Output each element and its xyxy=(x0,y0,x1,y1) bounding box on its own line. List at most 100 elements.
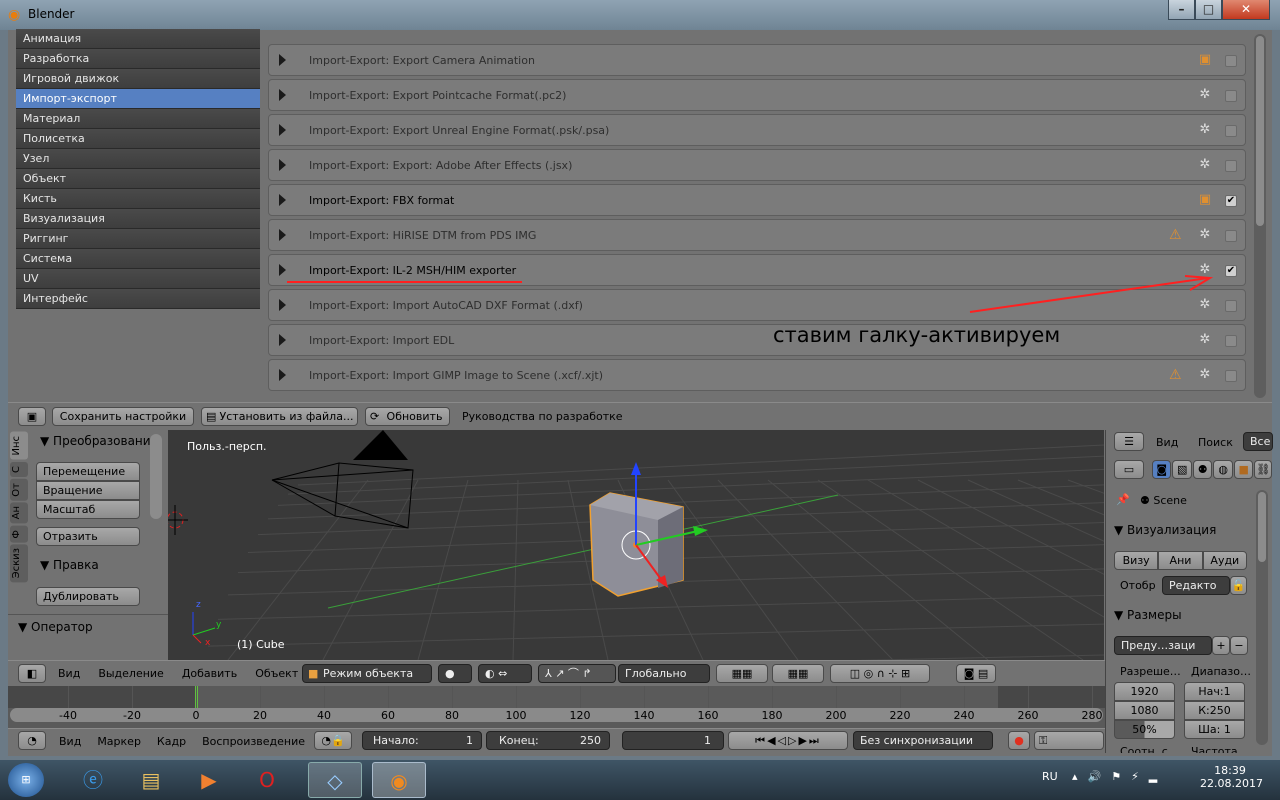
world-tab[interactable]: ◍ xyxy=(1213,460,1233,479)
menu-item[interactable]: Объект xyxy=(255,667,298,680)
tray-icons[interactable]: ▴🔊⚑⚡▂ xyxy=(1072,770,1167,783)
timeline-tick-label: 140 xyxy=(633,709,655,722)
render-image-button[interactable]: Визу xyxy=(1114,551,1159,570)
install-from-file-button[interactable]: ▤ Установить из файла... xyxy=(201,407,358,426)
constraints-tab[interactable]: ⛓ xyxy=(1254,460,1272,479)
scene-tab[interactable]: ⚉ xyxy=(1192,460,1213,479)
editor-type-button[interactable]: ◔ xyxy=(18,731,46,750)
outliner-type-button[interactable]: ☰ xyxy=(1114,432,1144,451)
frame-end-field[interactable]: К:250 xyxy=(1184,701,1245,720)
menu-item[interactable]: Добавить xyxy=(182,667,237,680)
start-frame-field[interactable]: Начало: 1 xyxy=(362,731,482,750)
preset-select[interactable]: Преду…заци xyxy=(1114,636,1212,655)
editor-type-button[interactable]: ▣ xyxy=(18,407,46,426)
opera-icon[interactable]: O xyxy=(240,762,294,798)
viewport-scene[interactable] xyxy=(168,430,1104,660)
grid-line xyxy=(277,468,1104,506)
manipulator-buttons[interactable]: ⅄ ↗ ⌒ ↱ xyxy=(538,664,616,683)
3d-viewport[interactable]: Польз.-персп. z y x (1) Cube xyxy=(168,430,1104,660)
outliner-view-menu[interactable]: Вид xyxy=(1156,436,1178,449)
keying-set[interactable]: ⚿ xyxy=(1034,731,1104,750)
dimensions-panel-title[interactable]: ▼ Размеры xyxy=(1114,608,1182,622)
shelf-tab[interactable]: Ф xyxy=(10,525,28,543)
mode-select[interactable]: ■ Режим объекта xyxy=(302,664,432,683)
layers-tab[interactable]: ▧ xyxy=(1172,460,1192,479)
app-window-icon[interactable]: ◇ xyxy=(308,762,362,798)
blender-taskbar-icon[interactable]: ◉ xyxy=(372,762,426,798)
add-preset-button[interactable]: + xyxy=(1212,636,1230,655)
layers-grid-1[interactable]: ▦▦ xyxy=(716,664,768,683)
menu-item[interactable]: Вид xyxy=(59,735,81,748)
menu-item[interactable]: Воспроизведение xyxy=(202,735,305,748)
resolution-y-field[interactable]: 1080 xyxy=(1114,701,1175,720)
properties-scrollbar[interactable] xyxy=(1256,490,1268,745)
shelf-tab[interactable]: Эскиз xyxy=(10,544,28,583)
properties-type-button[interactable]: ▭ xyxy=(1114,460,1144,479)
internet-explorer-icon[interactable]: ⓔ xyxy=(66,762,120,798)
operator-panel-title[interactable]: ▼ Оператор xyxy=(18,620,93,634)
timeline-tick-line xyxy=(516,686,517,708)
start-button[interactable]: ⊞ xyxy=(8,763,44,797)
remove-preset-button[interactable]: − xyxy=(1230,636,1248,655)
shading-select[interactable]: ● xyxy=(438,664,472,683)
object-label: (1) Cube xyxy=(237,638,285,651)
menu-item[interactable]: Вид xyxy=(58,667,80,680)
clock[interactable]: 18:39 22.08.2017 xyxy=(1200,764,1263,790)
timeline[interactable]: -40 -20 0 20 40 60 80 100 120 140 160 180 200 220 240 2… xyxy=(8,686,1105,728)
render-audio-button[interactable]: Ауди xyxy=(1202,551,1247,570)
gizmo-label-z: z xyxy=(196,600,201,610)
annotation-layer xyxy=(287,275,1214,313)
lock-icon[interactable]: 🔓 xyxy=(1230,576,1247,595)
render-animation-button[interactable]: Ани xyxy=(1158,551,1203,570)
menu-item[interactable]: Выделение xyxy=(98,667,164,680)
save-settings-button[interactable]: Сохранить настройки xyxy=(52,407,194,426)
editor-type-button[interactable]: ◧ xyxy=(18,664,46,683)
resolution-percentage-slider[interactable]: 50% xyxy=(1114,720,1175,739)
media-player-icon[interactable]: ▶ xyxy=(182,762,236,798)
keyframe-lock-buttons[interactable]: ◔🔒 xyxy=(314,731,352,750)
frame-start-field[interactable]: Нач:1 xyxy=(1184,682,1245,701)
transform-panel-title[interactable]: ▼ Преобразовани xyxy=(40,434,151,448)
language-indicator[interactable]: RU xyxy=(1042,770,1058,783)
rotate-button[interactable]: Вращение xyxy=(36,481,140,500)
render-panel-title[interactable]: ▼ Визуализация xyxy=(1114,523,1216,537)
shelf-tab[interactable]: Инс xyxy=(10,432,28,460)
duplicate-button[interactable]: Дублировать xyxy=(36,587,140,606)
pin-icon[interactable]: 📌 xyxy=(1116,493,1130,506)
shelf-tab[interactable]: С xyxy=(10,461,28,477)
annotation-arrow xyxy=(969,277,1209,313)
file-explorer-icon[interactable]: ▤ xyxy=(124,762,178,798)
frame-step-field[interactable]: Ша: 1 xyxy=(1184,720,1245,739)
object-tab[interactable]: ■ xyxy=(1233,460,1254,479)
shelf-tab[interactable]: От xyxy=(10,478,28,501)
sync-select[interactable]: Без синхронизации xyxy=(853,731,993,750)
outliner-filter-select[interactable]: Все xyxy=(1243,432,1273,451)
outliner-search-menu[interactable]: Поиск xyxy=(1198,436,1233,449)
timeline-tick-line xyxy=(580,686,581,708)
layers-grid-2[interactable]: ▦▦ xyxy=(772,664,824,683)
current-frame-field[interactable]: 1 xyxy=(622,731,724,750)
mirror-button[interactable]: Отразить xyxy=(36,527,140,546)
menu-item[interactable]: Маркер xyxy=(97,735,141,748)
resolution-x-field[interactable]: 1920 xyxy=(1114,682,1175,701)
timeline-scrollbar[interactable] xyxy=(10,708,1103,722)
refresh-button[interactable]: ⟳ Обновить xyxy=(365,407,450,426)
dev-guides-link[interactable]: Руководства по разработке xyxy=(462,410,623,423)
pivot-select[interactable]: ◐ ⇔ xyxy=(478,664,532,683)
menu-item[interactable]: Кадр xyxy=(157,735,186,748)
display-select[interactable]: Редакто xyxy=(1162,576,1230,595)
snap-tools[interactable]: ◫ ◎ ∩ ⊹ ⊞ xyxy=(830,664,930,683)
record-button[interactable]: ● xyxy=(1008,731,1030,750)
tool-shelf: Инс С От Ан Ф Эскиз ▼ Преобразовани Перемещен… xyxy=(8,430,168,660)
translate-button[interactable]: Перемещение xyxy=(36,462,140,481)
orientation-select[interactable]: Глобально xyxy=(618,664,710,683)
timeline-tick-line xyxy=(772,686,773,708)
edit-panel-title[interactable]: ▼ Правка xyxy=(40,558,99,572)
shelf-scrollbar[interactable] xyxy=(150,434,162,519)
render-buttons[interactable]: ◙ ▤ xyxy=(956,664,996,683)
shelf-tab[interactable]: Ан xyxy=(10,502,28,524)
playback-controls[interactable]: ⏮◀◁▷▶⏭ xyxy=(728,731,848,750)
scale-button[interactable]: Масштаб xyxy=(36,500,140,519)
render-tab[interactable]: ◙ xyxy=(1152,460,1172,479)
end-frame-field[interactable]: Конец: 250 xyxy=(486,731,610,750)
